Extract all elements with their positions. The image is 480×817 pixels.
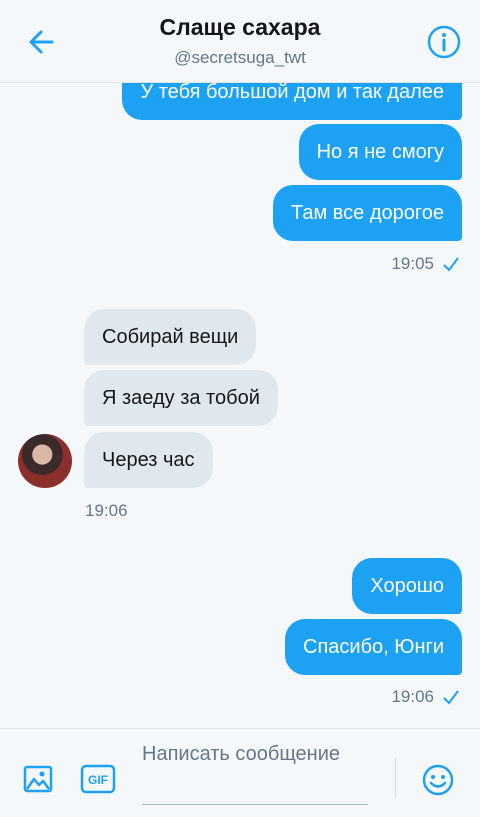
avatar[interactable]: [18, 434, 72, 488]
message-input-underline: [142, 804, 368, 805]
outgoing-message[interactable]: Хорошо: [352, 558, 462, 614]
outgoing-message[interactable]: Спасибо, Юнги: [285, 619, 462, 675]
image-icon[interactable]: [22, 763, 54, 795]
gif-label: GIF: [88, 773, 108, 787]
message-timestamp: 19:06: [391, 687, 434, 706]
message-timestamp: 19:05: [391, 254, 434, 273]
conversation-title: Слаще сахара: [159, 14, 321, 40]
info-icon[interactable]: [424, 22, 464, 62]
incoming-message[interactable]: Через час: [84, 432, 213, 488]
message-text: Через час: [102, 449, 195, 471]
message-text: Спасибо, Юнги: [303, 636, 444, 658]
conversation-header: Слаще сахара @secretsuga_twt: [0, 0, 480, 83]
chat-thread: У тебя большой дом и так далее Но я не с…: [0, 0, 480, 728]
message-text: У тебя большой дом и так далее: [140, 81, 444, 103]
emoji-icon[interactable]: [420, 762, 456, 798]
read-check-icon: [443, 257, 459, 272]
conversation-handle: @secretsuga_twt: [174, 48, 306, 67]
incoming-message[interactable]: Я заеду за тобой: [84, 370, 278, 426]
composer-divider: [395, 758, 396, 798]
message-text: Но я не смогу: [316, 141, 444, 163]
message-text: Я заеду за тобой: [102, 387, 260, 409]
message-text: Хорошо: [370, 575, 444, 597]
read-check-icon: [443, 690, 459, 705]
message-text: Собирай вещи: [102, 326, 239, 348]
message-timestamp: 19:06: [85, 501, 128, 520]
incoming-message[interactable]: Собирай вещи: [84, 309, 257, 365]
message-text: Там все дорогое: [291, 202, 444, 224]
outgoing-message[interactable]: Там все дорогое: [273, 185, 462, 241]
message-input[interactable]: Написать сообщение: [142, 741, 372, 768]
gif-icon[interactable]: GIF: [80, 763, 116, 795]
outgoing-message[interactable]: Но я не смогу: [298, 124, 462, 180]
